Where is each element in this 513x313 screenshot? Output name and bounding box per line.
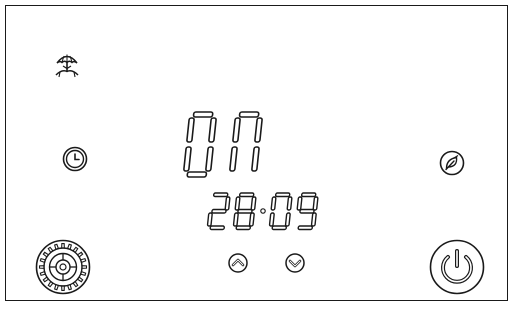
gear-tooth (42, 276, 50, 283)
time-display: 28:09 (206, 192, 336, 232)
time-digit-9 (296, 192, 319, 231)
gear-tooth (72, 246, 79, 254)
time-digit-0 (268, 192, 293, 231)
gear-tooth (76, 251, 84, 258)
gear-tooth (79, 270, 87, 277)
time-digit-8 (232, 192, 257, 231)
gear-tooth (42, 251, 50, 258)
gear-icon (35, 239, 91, 295)
gear-tooth (39, 270, 47, 277)
chevron-down-icon (285, 253, 305, 273)
gear-tooth (47, 280, 54, 288)
gear-tooth (79, 257, 87, 264)
gear-tooth (39, 257, 47, 264)
eco-button[interactable] (439, 150, 465, 176)
up-button[interactable] (228, 253, 248, 273)
clock-button[interactable] (62, 146, 88, 172)
gear-tooth (76, 276, 84, 283)
gear-tooth (53, 283, 60, 291)
down-button[interactable] (285, 253, 305, 273)
settings-button[interactable] (35, 239, 91, 295)
time-colon (260, 208, 266, 214)
gear-tooth (66, 243, 73, 251)
clock-icon (62, 146, 88, 172)
gear-tooth (66, 283, 73, 291)
control-panel: ON 28:09 (5, 5, 508, 301)
umbrella-beach-icon (54, 52, 80, 78)
power-icon (429, 239, 485, 295)
gear-tooth (47, 246, 54, 254)
mode-display: ON (183, 111, 273, 179)
gear-tooth (72, 280, 79, 288)
time-digit-2 (206, 192, 231, 231)
mode-digit-o (183, 111, 217, 178)
power-button[interactable] (429, 239, 485, 295)
mode-digit-n (229, 111, 263, 172)
leaf-icon (439, 150, 465, 176)
gear-tooth (53, 243, 60, 251)
chevron-up-icon (228, 253, 248, 273)
